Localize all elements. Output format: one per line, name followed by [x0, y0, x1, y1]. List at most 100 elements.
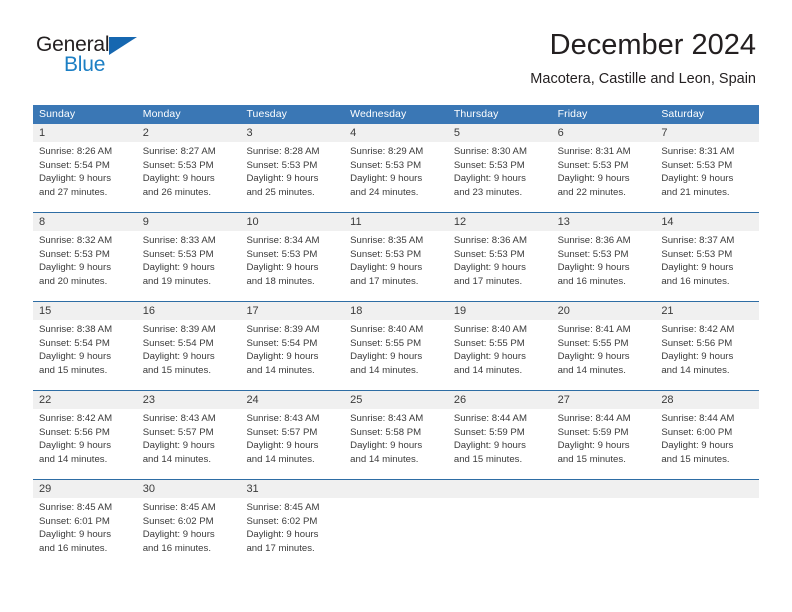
day-number[interactable]: 9: [137, 213, 241, 231]
day-cell[interactable]: Sunrise: 8:39 AM Sunset: 5:54 PM Daylight:…: [137, 320, 241, 390]
daylight-text-line1: Daylight: 9 hours: [350, 173, 423, 185]
day-number[interactable]: 25: [344, 391, 448, 409]
sunrise-text: Sunrise: 8:41 AM: [557, 324, 631, 335]
day-number[interactable]: 12: [448, 213, 552, 231]
daylight-text-line1: Daylight: 9 hours: [661, 351, 734, 363]
day-number[interactable]: 17: [240, 302, 344, 320]
day-number[interactable]: 18: [344, 302, 448, 320]
day-cell[interactable]: Sunrise: 8:28 AM Sunset: 5:53 PM Daylight:…: [240, 142, 344, 212]
day-number[interactable]: 13: [552, 213, 656, 231]
daylight-text-line1: Daylight: 9 hours: [39, 173, 111, 185]
sunrise-text: Sunrise: 8:34 AM: [246, 235, 320, 246]
sunrise-text: Sunrise: 8:26 AM: [39, 146, 113, 157]
daylight-text-line1: Daylight: 9 hours: [246, 529, 319, 541]
sunset-text: Sunset: 5:53 PM: [661, 159, 733, 171]
day-number[interactable]: 6: [552, 124, 656, 142]
day-cell[interactable]: Sunrise: 8:33 AM Sunset: 5:53 PM Daylight:…: [137, 231, 241, 301]
day-cell[interactable]: Sunrise: 8:42 AM Sunset: 5:56 PM Daylight:…: [655, 320, 759, 390]
sunset-text: Sunset: 5:55 PM: [557, 337, 629, 349]
daylight-text-line2: and 16 minutes.: [142, 542, 211, 554]
day-cell[interactable]: Sunrise: 8:45 AM Sunset: 6:02 PM Daylight:…: [240, 498, 344, 568]
day-cell[interactable]: Sunrise: 8:42 AM Sunset: 5:56 PM Daylight:…: [33, 409, 137, 479]
day-number[interactable]: 15: [33, 302, 137, 320]
day-cell[interactable]: Sunrise: 8:45 AM Sunset: 6:02 PM Daylight:…: [137, 498, 241, 568]
day-number-empty: [344, 480, 448, 498]
day-number[interactable]: 23: [137, 391, 241, 409]
day-number[interactable]: 19: [448, 302, 552, 320]
sunrise-text: Sunrise: 8:36 AM: [453, 235, 527, 246]
day-number[interactable]: 16: [137, 302, 241, 320]
sunrise-text: Sunrise: 8:40 AM: [453, 324, 527, 335]
day-number[interactable]: 11: [344, 213, 448, 231]
logo-triangle-icon: [109, 37, 137, 55]
sunrise-text: Sunrise: 8:39 AM: [142, 324, 216, 335]
day-number[interactable]: 14: [655, 213, 759, 231]
day-number[interactable]: 1: [33, 124, 137, 142]
day-cell[interactable]: Sunrise: 8:27 AM Sunset: 5:53 PM Daylight:…: [137, 142, 241, 212]
daylight-text-line2: and 15 minutes.: [39, 364, 108, 376]
weekday-header-saturday: Saturday: [661, 108, 705, 120]
daylight-text-line2: and 14 minutes.: [453, 364, 523, 376]
day-number[interactable]: 28: [655, 391, 759, 409]
day-number[interactable]: 30: [137, 480, 241, 498]
day-cell[interactable]: Sunrise: 8:44 AM Sunset: 6:00 PM Daylight:…: [655, 409, 759, 479]
day-cell[interactable]: Sunrise: 8:35 AM Sunset: 5:53 PM Daylight:…: [344, 231, 448, 301]
day-number[interactable]: 27: [552, 391, 656, 409]
sunrise-text: Sunrise: 8:43 AM: [350, 413, 424, 424]
sunset-text: Sunset: 5:54 PM: [39, 337, 110, 349]
day-cell[interactable]: Sunrise: 8:44 AM Sunset: 5:59 PM Daylight:…: [448, 409, 552, 479]
day-number[interactable]: 21: [655, 302, 759, 320]
day-cell[interactable]: Sunrise: 8:40 AM Sunset: 5:55 PM Daylight:…: [448, 320, 552, 390]
sunrise-text: Sunrise: 8:32 AM: [39, 235, 113, 246]
sunrise-text: Sunrise: 8:38 AM: [39, 324, 113, 335]
day-number[interactable]: 3: [240, 124, 344, 142]
day-cell[interactable]: Sunrise: 8:38 AM Sunset: 5:54 PM Daylight:…: [33, 320, 137, 390]
day-number[interactable]: 20: [552, 302, 656, 320]
day-cell[interactable]: Sunrise: 8:37 AM Sunset: 5:53 PM Daylight:…: [655, 231, 759, 301]
day-number[interactable]: 26: [448, 391, 552, 409]
day-cell[interactable]: Sunrise: 8:36 AM Sunset: 5:53 PM Daylight:…: [448, 231, 552, 301]
day-number[interactable]: 8: [33, 213, 137, 231]
daylight-text-line1: Daylight: 9 hours: [453, 173, 526, 185]
sunset-text: Sunset: 5:55 PM: [453, 337, 525, 349]
day-number[interactable]: 29: [33, 480, 137, 498]
sunset-text: Sunset: 5:54 PM: [142, 337, 214, 349]
weekday-header-sunday: Sunday: [39, 108, 76, 120]
day-number[interactable]: 31: [240, 480, 344, 498]
day-number[interactable]: 22: [33, 391, 137, 409]
day-cell[interactable]: Sunrise: 8:43 AM Sunset: 5:58 PM Daylight:…: [344, 409, 448, 479]
day-number[interactable]: 24: [240, 391, 344, 409]
day-number[interactable]: 5: [448, 124, 552, 142]
day-cell-empty: [344, 498, 448, 568]
page-title: December 2024: [549, 29, 756, 61]
day-cell[interactable]: Sunrise: 8:44 AM Sunset: 5:59 PM Daylight:…: [552, 409, 656, 479]
day-cell[interactable]: Sunrise: 8:26 AM Sunset: 5:54 PM Daylight:…: [33, 142, 137, 212]
day-cell[interactable]: Sunrise: 8:43 AM Sunset: 5:57 PM Daylight:…: [240, 409, 344, 479]
day-cell[interactable]: Sunrise: 8:36 AM Sunset: 5:53 PM Daylight:…: [552, 231, 656, 301]
daylight-text-line2: and 17 minutes.: [246, 542, 315, 554]
day-cell[interactable]: Sunrise: 8:34 AM Sunset: 5:53 PM Daylight:…: [240, 231, 344, 301]
day-cell[interactable]: Sunrise: 8:31 AM Sunset: 5:53 PM Daylight:…: [552, 142, 656, 212]
sunset-text: Sunset: 5:53 PM: [142, 248, 214, 260]
sunset-text: Sunset: 5:53 PM: [142, 159, 214, 171]
day-cell[interactable]: Sunrise: 8:40 AM Sunset: 5:55 PM Daylight:…: [344, 320, 448, 390]
daylight-text-line1: Daylight: 9 hours: [142, 440, 215, 452]
day-number[interactable]: 10: [240, 213, 344, 231]
day-number[interactable]: 2: [137, 124, 241, 142]
daylight-text-line1: Daylight: 9 hours: [661, 173, 734, 185]
day-cell[interactable]: Sunrise: 8:45 AM Sunset: 6:01 PM Daylight:…: [33, 498, 137, 568]
day-cell[interactable]: Sunrise: 8:43 AM Sunset: 5:57 PM Daylight:…: [137, 409, 241, 479]
day-cell[interactable]: Sunrise: 8:31 AM Sunset: 5:53 PM Daylight:…: [655, 142, 759, 212]
sunset-text: Sunset: 6:00 PM: [661, 426, 733, 438]
calendar-week-row: 8 9 10 11 12 13 14 Sunrise: 8:32 AM Sunset: 5:53…: [33, 212, 759, 301]
general-blue-logo[interactable]: General Blue: [36, 28, 156, 80]
day-cell[interactable]: Sunrise: 8:30 AM Sunset: 5:53 PM Daylight:…: [448, 142, 552, 212]
sunset-text: Sunset: 5:57 PM: [142, 426, 214, 438]
daylight-text-line2: and 15 minutes.: [661, 453, 730, 465]
day-cell[interactable]: Sunrise: 8:39 AM Sunset: 5:54 PM Daylight:…: [240, 320, 344, 390]
day-number[interactable]: 4: [344, 124, 448, 142]
day-cell[interactable]: Sunrise: 8:29 AM Sunset: 5:53 PM Daylight:…: [344, 142, 448, 212]
day-cell[interactable]: Sunrise: 8:41 AM Sunset: 5:55 PM Daylight:…: [552, 320, 656, 390]
day-cell[interactable]: Sunrise: 8:32 AM Sunset: 5:53 PM Daylight:…: [33, 231, 137, 301]
day-number[interactable]: 7: [655, 124, 759, 142]
